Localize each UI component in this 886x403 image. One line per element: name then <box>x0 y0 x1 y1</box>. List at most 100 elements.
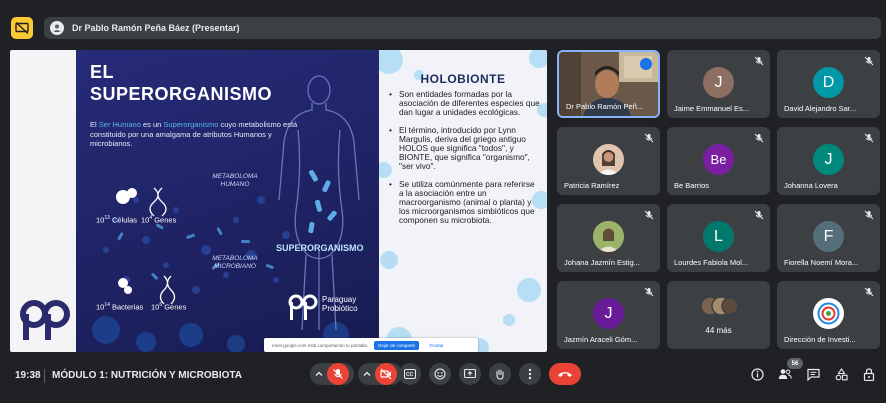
mic-off-icon <box>754 56 764 66</box>
screen-share-bar: meet.google.com está compartiendo tu pan… <box>264 338 478 352</box>
mic-off-icon <box>864 210 874 220</box>
more-options-button[interactable] <box>519 363 541 385</box>
presenter-label: Dr Pablo Ramón Peña Báez (Presentar) <box>72 23 240 33</box>
mic-off-icon <box>864 56 874 66</box>
metaboloma-humano-label: METABOLOMA HUMANO <box>212 173 258 188</box>
participant-name: Johanna Lovera <box>784 181 838 190</box>
hide-share-bar-link[interactable]: Ocultar <box>429 343 444 348</box>
info-icon <box>750 367 764 381</box>
shared-screen: EL SUPERORGANISMO El Ser Humano es un Su… <box>10 50 547 352</box>
avatar: F <box>813 221 844 252</box>
people-button[interactable] <box>777 366 793 382</box>
participant-name: Johana Jazmín Estig... <box>564 258 640 267</box>
meet-window: Dr Pablo Ramón Peña Báez (Presentar) EL … <box>0 0 886 403</box>
paraguay-probiotico-logo-icon <box>288 294 318 320</box>
list-item: Son entidades formadas por la asociación… <box>389 89 541 118</box>
participant-name: Be Barrios <box>674 181 710 190</box>
more-participants-label: 44 más <box>705 326 732 335</box>
activities-button[interactable] <box>833 366 849 382</box>
people-icon <box>778 369 792 379</box>
metaboloma-microbiano-label: METABOLOMA MICROBIANO <box>212 255 258 270</box>
avatar: J <box>593 298 624 329</box>
participant-name: Jaime Emmanuel Es... <box>674 104 750 113</box>
participant-name: Jazmín Araceli Góm... <box>564 335 638 344</box>
present-off-icon <box>15 22 29 34</box>
slide-title: EL SUPERORGANISMO <box>90 62 273 104</box>
participant-tile[interactable]: Dirección de Investi... <box>777 281 880 349</box>
logo-text: Paraguay Probiótico <box>322 295 358 313</box>
participant-tile[interactable]: J Jazmín Araceli Góm... <box>557 281 660 349</box>
meeting-details-button[interactable] <box>749 366 765 382</box>
divider <box>44 369 45 383</box>
avatar <box>593 144 624 175</box>
avatar: J <box>703 67 734 98</box>
share-bar-text: meet.google.com está compartiendo tu pan… <box>272 342 369 348</box>
participant-tile[interactable]: F Fiorella Noemí Mora... <box>777 204 880 272</box>
presenter-chip[interactable]: Dr Pablo Ramón Peña Báez (Presentar) <box>44 17 881 39</box>
holobionte-title: HOLOBIONTE <box>420 72 506 86</box>
participant-tile[interactable]: D David Alejandro Sar... <box>777 50 880 118</box>
activities-icon <box>835 367 848 380</box>
captions-icon: CC <box>404 369 416 379</box>
mic-off-icon <box>333 369 343 379</box>
avatar: J <box>813 144 844 175</box>
mic-off-icon <box>644 287 654 297</box>
celulas-count: 1013 Células <box>96 215 138 225</box>
speaking-indicator-icon <box>640 58 652 70</box>
avatar: L <box>703 221 734 252</box>
participant-name: Dr Pablo Ramón Peñ... <box>566 102 644 111</box>
clock: 19:38 <box>15 370 41 381</box>
more-participants-tile[interactable]: 44 más <box>667 281 770 349</box>
camera-toggle-button[interactable] <box>358 363 402 385</box>
slide-intro-text: El Ser Humano es un Superorganismo cuyo … <box>90 120 298 148</box>
mic-off-icon <box>644 133 654 143</box>
participant-tile[interactable]: Johana Jazmín Estig... <box>557 204 660 272</box>
avatar <box>813 298 844 329</box>
more-icon <box>528 368 532 380</box>
present-icon <box>464 368 476 378</box>
chevron-up-icon <box>315 371 323 376</box>
mic-off-icon <box>644 210 654 220</box>
captions-button[interactable]: CC <box>399 363 421 385</box>
slide-white-band <box>10 50 76 352</box>
participant-name: Lourdes Fabiola Mol... <box>674 258 749 267</box>
genes-microbial-count: 106 Genes <box>151 302 187 312</box>
svg-text:CC: CC <box>406 372 414 378</box>
presenter-avatar <box>50 21 64 35</box>
participant-tile[interactable]: L Lourdes Fabiola Mol... <box>667 204 770 272</box>
slide-left-panel: EL SUPERORGANISMO El Ser Humano es un Su… <box>10 50 379 352</box>
participant-name: Dirección de Investi... <box>784 335 856 344</box>
slide-right-panel: HOLOBIONTE Son entidades formadas por la… <box>379 50 547 352</box>
host-controls-button[interactable] <box>861 366 877 382</box>
stop-sharing-button[interactable]: Dejar de compartir <box>374 340 420 350</box>
reactions-button[interactable] <box>429 363 451 385</box>
grouped-avatars-icon <box>700 296 739 316</box>
presenting-toggle-button[interactable] <box>11 17 33 39</box>
leave-call-button[interactable] <box>549 363 581 385</box>
chat-icon <box>806 368 820 381</box>
chat-button[interactable] <box>805 366 821 382</box>
avatar: Be <box>703 144 734 175</box>
mic-toggle-button[interactable] <box>310 363 354 385</box>
holobionte-list: Son entidades formadas por la asociación… <box>389 89 541 234</box>
present-now-button[interactable] <box>459 363 481 385</box>
participant-name: Fiorella Noemí Mora... <box>784 258 859 267</box>
bottom-bar: 19:38 MÓDULO 1: NUTRICIÓN Y MICROBIOTA C… <box>0 358 886 403</box>
host-lock-icon <box>863 367 875 381</box>
participant-tile-presenter[interactable]: Dr Pablo Ramón Peñ... <box>557 50 660 118</box>
participant-name: David Alejandro Sar... <box>784 104 857 113</box>
participant-name: Patricia Ramírez <box>564 181 620 190</box>
chevron-up-icon <box>363 371 371 376</box>
list-item: Se utiliza comúnmente para referirse a l… <box>389 179 541 226</box>
list-item: El término, introducido por Lynn Marguli… <box>389 125 541 172</box>
participant-tile[interactable]: Patricia Ramírez <box>557 127 660 195</box>
participant-tile[interactable]: J Johanna Lovera <box>777 127 880 195</box>
cam-off-icon <box>380 368 392 380</box>
avatar: D <box>813 67 844 98</box>
end-call-icon <box>558 372 572 377</box>
participant-tile[interactable]: J Jaime Emmanuel Es... <box>667 50 770 118</box>
raise-hand-button[interactable] <box>489 363 511 385</box>
top-bar: Dr Pablo Ramón Peña Báez (Presentar) <box>0 0 886 42</box>
emoji-icon <box>434 368 446 380</box>
participant-tile[interactable]: Be Be Barrios <box>667 127 770 195</box>
